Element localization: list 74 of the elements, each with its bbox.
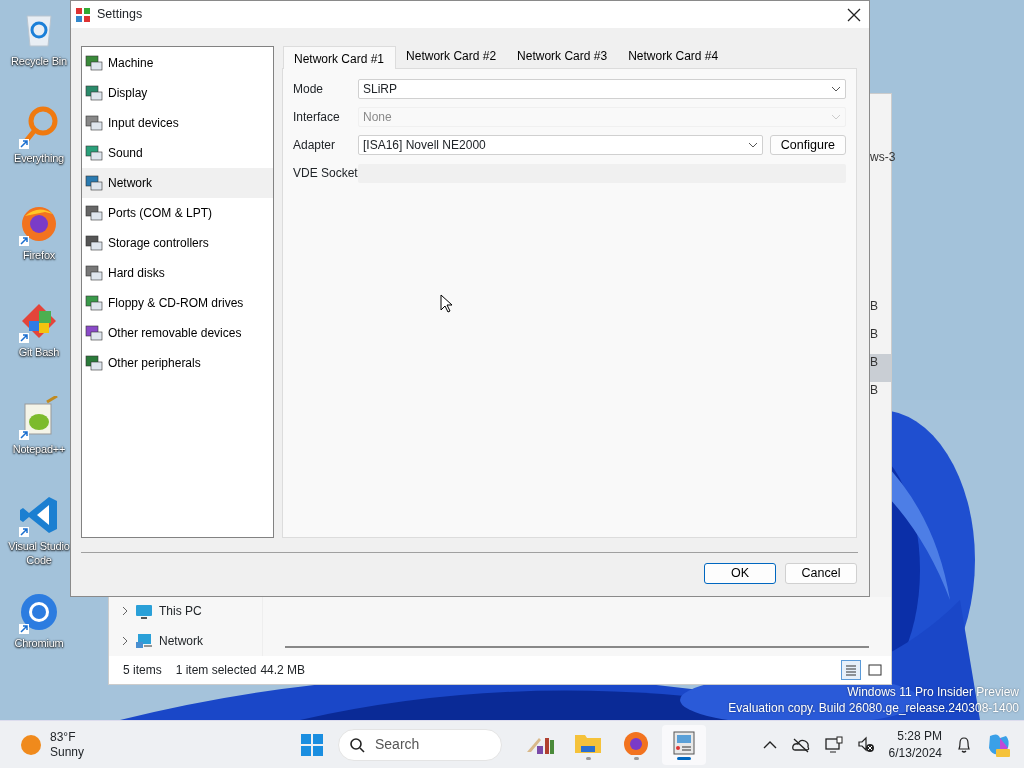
globe-icon [621, 729, 651, 755]
speaker-muted-icon[interactable] [856, 735, 875, 754]
category-item[interactable]: Network [82, 168, 273, 198]
device-icon [85, 234, 103, 252]
temperature-text[interactable]: 83°F [50, 729, 85, 745]
app-icon [75, 6, 91, 23]
status-text: 1 item selected [175, 662, 257, 679]
device-icon [85, 324, 103, 342]
field-label: Interface [293, 109, 341, 126]
category-item[interactable]: Other removable devices [82, 318, 273, 348]
dropdown[interactable]: [ISA16] Novell NE2000 [358, 135, 763, 155]
dialog-button[interactable]: OK [704, 563, 776, 584]
chevron-down-icon [831, 86, 841, 92]
device-icon [85, 54, 103, 72]
chevron-icon[interactable] [121, 636, 129, 646]
field-label: VDE Socket [293, 165, 358, 182]
search-field[interactable]: Search [338, 728, 502, 761]
dialog-button[interactable]: Cancel [785, 563, 857, 584]
device-icon [85, 294, 103, 312]
search-icon [349, 736, 365, 753]
watermark-text: Windows 11 Pro Insider Preview [846, 684, 1019, 700]
nav-item[interactable]: Network [159, 632, 203, 650]
device-icon [85, 84, 103, 102]
tab[interactable]: Network Card #2 [396, 44, 508, 68]
field-label: Adapter [293, 137, 337, 154]
file-row-text[interactable]: B [869, 326, 891, 354]
bell-icon[interactable] [956, 735, 972, 754]
file-row-text[interactable]: B [869, 354, 891, 382]
horizontal-scrollbar[interactable] [285, 646, 869, 648]
chevron-down-icon [831, 114, 841, 120]
network-icon [135, 632, 153, 650]
clock-date[interactable]: 6/13/2024 [888, 744, 942, 762]
device-icon [85, 264, 103, 282]
category-item[interactable]: Ports (COM & LPT) [82, 198, 273, 228]
close-icon[interactable] [847, 7, 861, 22]
dropdown: None [358, 107, 846, 127]
tab[interactable]: Network Card #1 [283, 46, 397, 69]
list-view-icon[interactable] [841, 660, 861, 680]
category-item[interactable]: Machine [82, 48, 273, 78]
category-item[interactable]: Display [82, 78, 273, 108]
category-item[interactable]: Floppy & CD-ROM drives [82, 288, 273, 318]
file-row-text[interactable]: B [869, 382, 891, 410]
device-icon [85, 144, 103, 162]
weather-text[interactable]: Sunny [50, 744, 85, 760]
device-icon [85, 354, 103, 372]
tab[interactable]: Network Card #3 [507, 44, 619, 68]
status-text: 44.2 MB [260, 662, 306, 679]
dropdown[interactable]: SLiRP [358, 79, 846, 99]
monitor-icon [135, 602, 153, 620]
cloud-off-icon[interactable] [790, 736, 811, 753]
category-item[interactable]: Other peripherals [82, 348, 273, 378]
sun-icon[interactable] [20, 733, 42, 756]
device-icon [85, 114, 103, 132]
category-item[interactable]: Sound [82, 138, 273, 168]
monitor-icon[interactable] [824, 735, 843, 754]
category-item[interactable]: Hard disks [82, 258, 273, 288]
device-icon [85, 174, 103, 192]
chevron-down-icon [747, 142, 758, 148]
cursor-icon [440, 294, 453, 313]
nav-item[interactable]: This PC [159, 602, 202, 620]
tab[interactable]: Network Card #4 [618, 44, 730, 68]
start-icon[interactable] [300, 732, 324, 757]
status-text: 5 items [123, 662, 162, 679]
window-title: Settings [97, 6, 144, 24]
taskbar-app[interactable] [662, 724, 706, 765]
chevron-up-icon[interactable] [762, 739, 777, 750]
clock-time[interactable]: 5:28 PM [888, 727, 942, 745]
category-item[interactable]: Storage controllers [82, 228, 273, 258]
category-item[interactable]: Input devices [82, 108, 273, 138]
field-label: Mode [293, 81, 325, 98]
configure-button[interactable]: Configure [769, 135, 846, 155]
device-icon [85, 204, 103, 222]
file-row-text[interactable]: B [869, 298, 891, 326]
chevron-icon[interactable] [121, 606, 129, 616]
